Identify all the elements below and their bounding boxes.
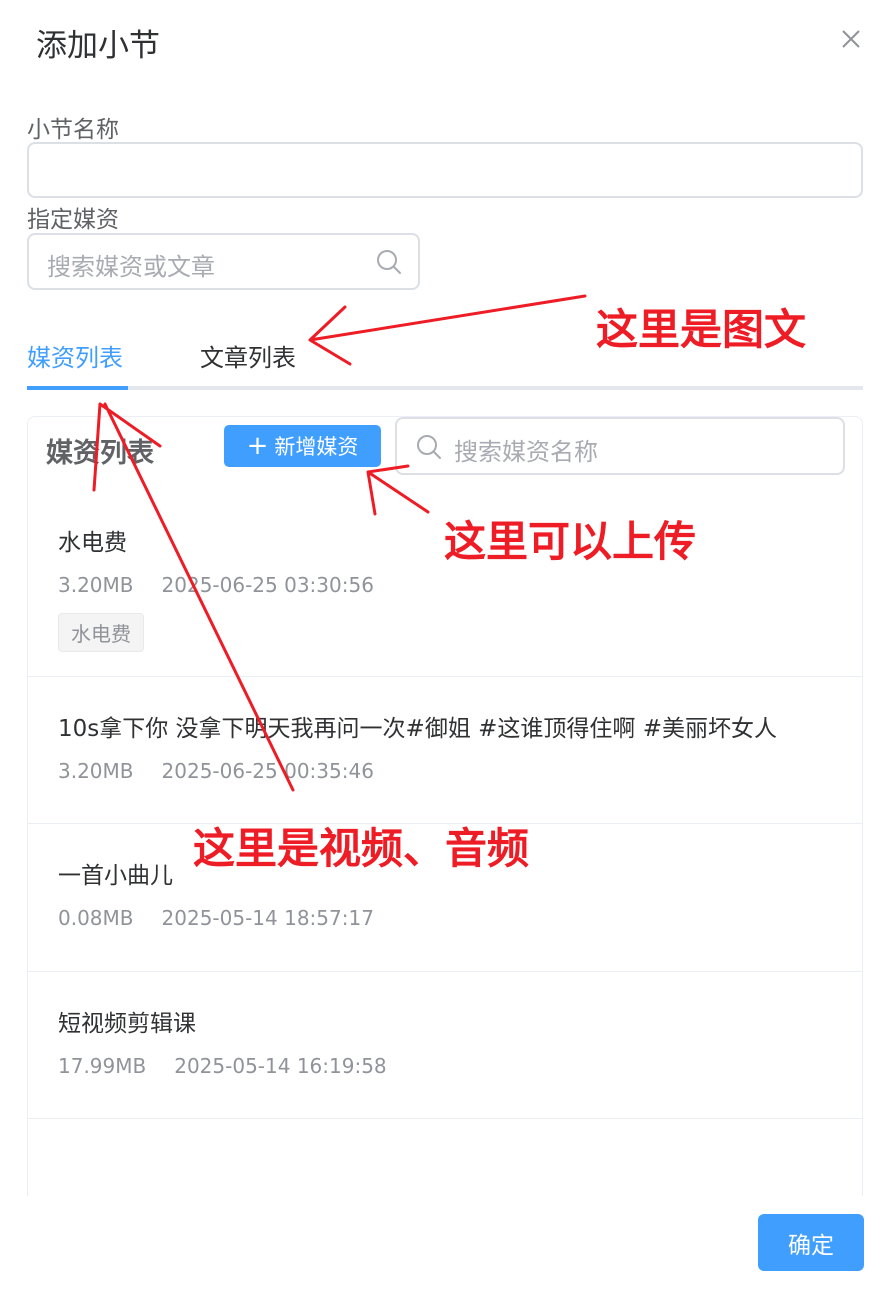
annotation-article: 这里是图文 [596,305,807,354]
media-label: 指定媒资 [27,207,119,233]
arrow-to-article-tab [308,294,587,366]
section-name-input[interactable] [27,142,863,198]
media-item-meta: 3.20MB 2025-06-25 03:30:56 [58,573,834,597]
media-item-name: 短视频剪辑课 [58,1011,196,1037]
media-search-input[interactable]: 搜索媒资或文章 [27,233,420,290]
search-icon [377,250,401,274]
tabs-divider [27,386,863,390]
media-item-time: 2025-05-14 16:19:58 [174,1054,387,1078]
media-item-meta: 17.99MB 2025-05-14 16:19:58 [58,1054,834,1078]
tab-article-list[interactable]: 文章列表 [200,338,296,373]
confirm-button[interactable]: 确定 [758,1214,864,1271]
add-media-button[interactable]: + 新增媒资 [224,425,381,467]
tab-media-list[interactable]: 媒资列表 [27,338,123,373]
annotation-upload: 这里可以上传 [444,517,697,566]
tab-active-indicator [27,386,128,390]
media-list: 水电费 3.20MB 2025-06-25 03:30:56 水电费 10s拿下你… [28,491,862,1119]
media-item-name: 10s拿下你 没拿下明天我再问一次#御姐 #这谁顶得住啊 #美丽坏女人 [58,716,777,742]
dialog-title: 添加小节 [36,28,160,64]
list-item[interactable]: 10s拿下你 没拿下明天我再问一次#御姐 #这谁顶得住啊 #美丽坏女人 3.20… [28,677,862,824]
media-item-meta: 3.20MB 2025-06-25 00:35:46 [58,759,834,783]
media-item-size: 0.08MB [58,906,134,930]
add-media-label: 新增媒资 [274,435,359,459]
media-item-size: 17.99MB [58,1054,147,1078]
media-item-meta: 0.08MB 2025-05-14 18:57:17 [58,906,834,930]
media-item-time: 2025-05-14 18:57:17 [161,906,374,930]
annotation-media: 这里是视频、音频 [193,824,530,873]
panel-title: 媒资列表 [46,438,154,469]
media-item-size: 3.20MB [58,573,134,597]
media-name-search-placeholder: 搜索媒资名称 [454,438,598,466]
search-icon [417,435,441,459]
plus-icon: + [246,431,269,461]
close-icon[interactable] [836,24,866,54]
media-item-time: 2025-06-25 00:35:46 [161,759,374,783]
media-search-placeholder: 搜索媒资或文章 [47,253,215,281]
media-item-tag: 水电费 [58,613,144,652]
section-name-label: 小节名称 [27,117,119,143]
media-item-size: 3.20MB [58,759,134,783]
media-name-search-input[interactable]: 搜索媒资名称 [395,417,845,475]
media-item-time: 2025-06-25 03:30:56 [161,573,374,597]
list-item[interactable]: 短视频剪辑课 17.99MB 2025-05-14 16:19:58 [28,972,862,1119]
